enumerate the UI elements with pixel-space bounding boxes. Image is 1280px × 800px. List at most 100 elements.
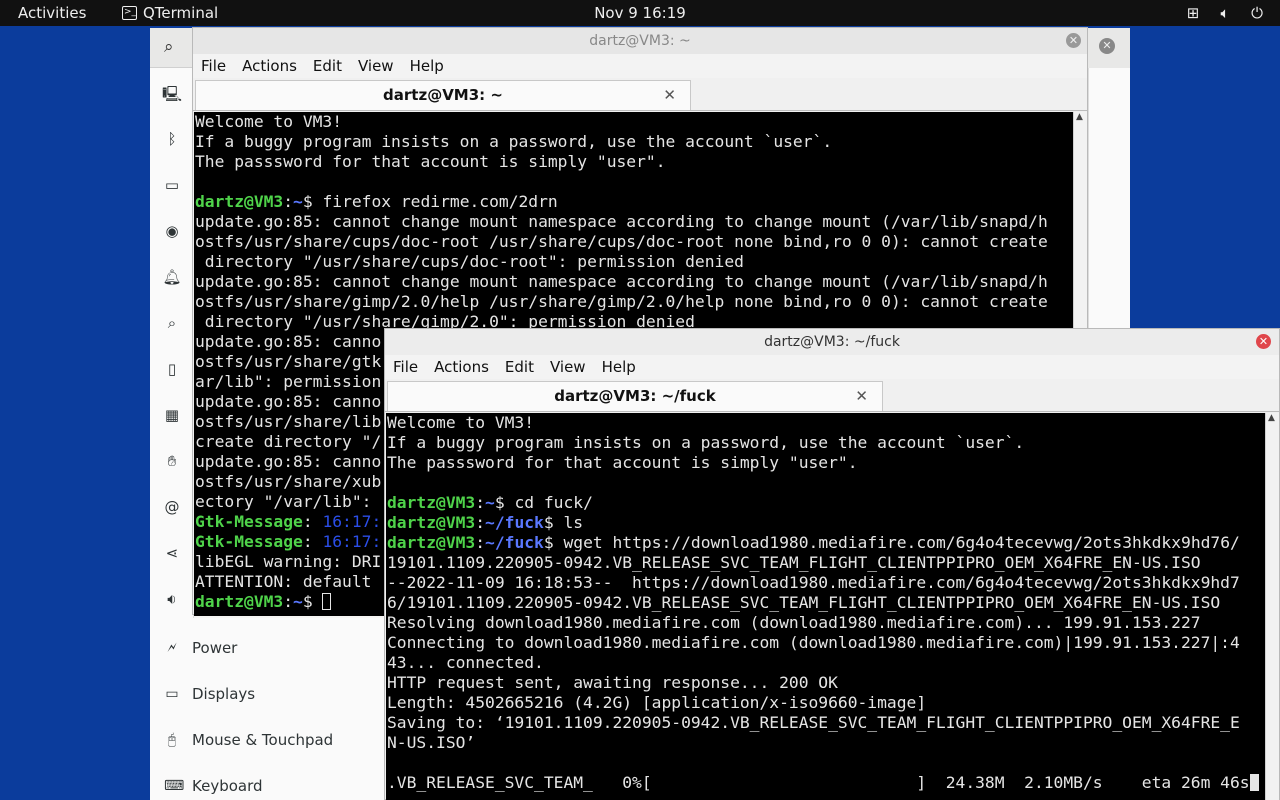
- cursor: [1249, 774, 1259, 791]
- terminal-line: update.go:85: cannot change mount namesp…: [195, 212, 1048, 231]
- power-icon[interactable]: ⏻: [1248, 4, 1266, 22]
- menu-help[interactable]: Help: [594, 355, 644, 379]
- settings-menu-list: 🗲 Power ▭ Displays 🖰︎ Mouse & Touchpad ⌨…: [150, 618, 385, 800]
- cursor: [322, 593, 332, 610]
- terminal-line: --2022-11-09 16:18:53-- https://download…: [387, 573, 1240, 592]
- terminal-line: If a buggy program insists on a password…: [387, 433, 1025, 452]
- terminal-line: ostfs/usr/share/cups/doc-root /usr/share…: [195, 232, 1048, 251]
- menu-item-keyboard[interactable]: ⌨ Keyboard: [150, 763, 385, 800]
- tab-bar: dartz@VM3: ~ ✕: [193, 78, 1087, 111]
- close-tab-icon[interactable]: ✕: [663, 81, 676, 109]
- terminal-line: .VB_RELEASE_SVC_TEAM_ 0%[ ] 24.38M 2.10M…: [387, 773, 1266, 793]
- volume-icon[interactable]: 🔈︎: [1216, 4, 1234, 22]
- hand-icon[interactable]: ✋︎: [162, 452, 182, 472]
- menu-help[interactable]: Help: [402, 54, 452, 78]
- menu-item-power[interactable]: 🗲 Power: [150, 625, 385, 671]
- terminal-icon: >_: [122, 6, 137, 20]
- menu-item-displays[interactable]: ▭ Displays: [150, 671, 385, 717]
- menu-actions[interactable]: Actions: [426, 355, 497, 379]
- settings-right-header: ✕: [1088, 28, 1130, 68]
- window-title: dartz@VM3: ~: [589, 33, 691, 49]
- terminal-line: N-US.ISO’: [387, 733, 476, 752]
- menu-item-label: Displays: [192, 685, 256, 703]
- terminal-line: update.go:85: cannot change mount namesp…: [195, 272, 1048, 291]
- keyboard-icon: ⌨: [164, 778, 185, 794]
- window-titlebar[interactable]: dartz@VM3: ~/fuck ✕: [385, 329, 1279, 355]
- terminal-line: HTTP request sent, awaiting response... …: [387, 673, 838, 692]
- settings-search-header[interactable]: ⌕: [150, 28, 194, 68]
- sound-icon[interactable]: 🔉︎: [162, 590, 182, 610]
- multitask-icon[interactable]: ▯: [162, 360, 182, 380]
- close-icon[interactable]: ✕: [1099, 38, 1115, 54]
- mouse-icon: 🖰︎: [167, 732, 177, 748]
- menu-item-label: Mouse & Touchpad: [192, 731, 334, 749]
- share-icon[interactable]: ⋖: [162, 544, 182, 564]
- menu-view[interactable]: View: [542, 355, 594, 379]
- menu-edit[interactable]: Edit: [305, 54, 350, 78]
- camera-icon[interactable]: ◉: [162, 222, 182, 242]
- display-icon: ▭: [165, 686, 179, 702]
- monitor-icon[interactable]: 🖳︎: [162, 84, 182, 104]
- at-icon[interactable]: @: [162, 498, 182, 518]
- menu-file[interactable]: File: [193, 54, 234, 78]
- scroll-up-icon[interactable]: ▲: [1076, 112, 1083, 122]
- terminal-line: If a buggy program insists on a password…: [195, 132, 833, 151]
- scrollbar[interactable]: ▲: [1265, 413, 1279, 800]
- bell-icon[interactable]: 🔔︎: [162, 268, 182, 288]
- window-title: dartz@VM3: ~/fuck: [764, 334, 900, 350]
- terminal-line: The passsword for that account is simply…: [195, 152, 666, 171]
- close-icon[interactable]: ✕: [1066, 33, 1081, 48]
- terminal-line: dartz@VM3:~/fuck$ ls: [387, 513, 584, 532]
- apps-icon[interactable]: ▦: [162, 406, 182, 426]
- terminal-line: 43... connected.: [387, 653, 544, 672]
- terminal-line: dartz@VM3:~$ firefox redirme.com/2drn: [195, 192, 558, 211]
- top-bar: Activities >_ QTerminal Nov 9 16:19 ⊞ 🔈︎…: [0, 0, 1280, 26]
- search-icon[interactable]: ⌕: [164, 37, 174, 57]
- menu-view[interactable]: View: [350, 54, 402, 78]
- menu-item-mouse-touchpad[interactable]: 🖰︎ Mouse & Touchpad: [150, 717, 385, 763]
- terminal-output[interactable]: Welcome to VM3! If a buggy program insist…: [386, 413, 1266, 800]
- tab-fuck[interactable]: dartz@VM3: ~/fuck ✕: [387, 381, 883, 411]
- terminal-line: Resolving download1980.mediafire.com (do…: [387, 613, 1201, 632]
- terminal-line: directory "/usr/share/cups/doc-root": pe…: [195, 252, 744, 271]
- menu-file[interactable]: File: [385, 355, 426, 379]
- menu-bar: File Actions Edit View Help: [193, 54, 1087, 78]
- close-tab-icon[interactable]: ✕: [855, 382, 868, 410]
- terminal-line: Welcome to VM3!: [195, 112, 343, 131]
- close-icon[interactable]: ✕: [1256, 334, 1271, 349]
- activities-button[interactable]: Activities: [18, 4, 86, 22]
- tab-home[interactable]: dartz@VM3: ~ ✕: [195, 80, 691, 110]
- background-icon[interactable]: ▭: [162, 176, 182, 196]
- menu-actions[interactable]: Actions: [234, 54, 305, 78]
- terminal-line: dartz@VM3:~$ cd fuck/: [387, 493, 593, 512]
- app-menu[interactable]: >_ QTerminal: [122, 4, 218, 22]
- menu-edit[interactable]: Edit: [497, 355, 542, 379]
- app-name: QTerminal: [143, 4, 219, 22]
- terminal-line: Connecting to download1980.mediafire.com…: [387, 633, 1240, 652]
- network-icon[interactable]: ⊞: [1184, 4, 1202, 22]
- terminal-line: 19101.1109.220905-0942.VB_RELEASE_SVC_TE…: [387, 553, 1201, 572]
- menu-item-label: Keyboard: [192, 777, 263, 795]
- power-plug-icon: 🗲: [167, 640, 177, 656]
- terminal-line: 6/19101.1109.220905-0942.VB_RELEASE_SVC_…: [387, 593, 1221, 612]
- system-tray[interactable]: ⊞ 🔈︎ ⏻: [1184, 4, 1266, 22]
- terminal-line: Length: 4502665216 (4.2G) [application/x…: [387, 693, 927, 712]
- terminal-line: The passsword for that account is simply…: [387, 453, 858, 472]
- menu-bar: File Actions Edit View Help: [385, 355, 1279, 379]
- tab-bar: dartz@VM3: ~/fuck ✕: [385, 379, 1279, 412]
- terminal-line: Welcome to VM3!: [387, 413, 535, 432]
- terminal-line: dartz@VM3:~/fuck$ wget https://download1…: [387, 533, 1240, 552]
- menu-item-label: Power: [192, 639, 238, 657]
- tab-label: dartz@VM3: ~/fuck: [554, 387, 716, 405]
- bluetooth-icon[interactable]: ᛒ: [162, 130, 182, 150]
- terminal-window-fuck[interactable]: dartz@VM3: ~/fuck ✕ File Actions Edit Vi…: [384, 328, 1280, 800]
- tab-label: dartz@VM3: ~: [383, 86, 503, 104]
- search-icon[interactable]: ⌕: [162, 314, 182, 334]
- scroll-up-icon[interactable]: ▲: [1268, 413, 1275, 423]
- terminal-line: ostfs/usr/share/gimp/2.0/help /usr/share…: [195, 292, 1048, 311]
- window-titlebar[interactable]: dartz@VM3: ~ ✕: [193, 28, 1087, 54]
- terminal-line: Saving to: ‘19101.1109.220905-0942.VB_RE…: [387, 713, 1240, 732]
